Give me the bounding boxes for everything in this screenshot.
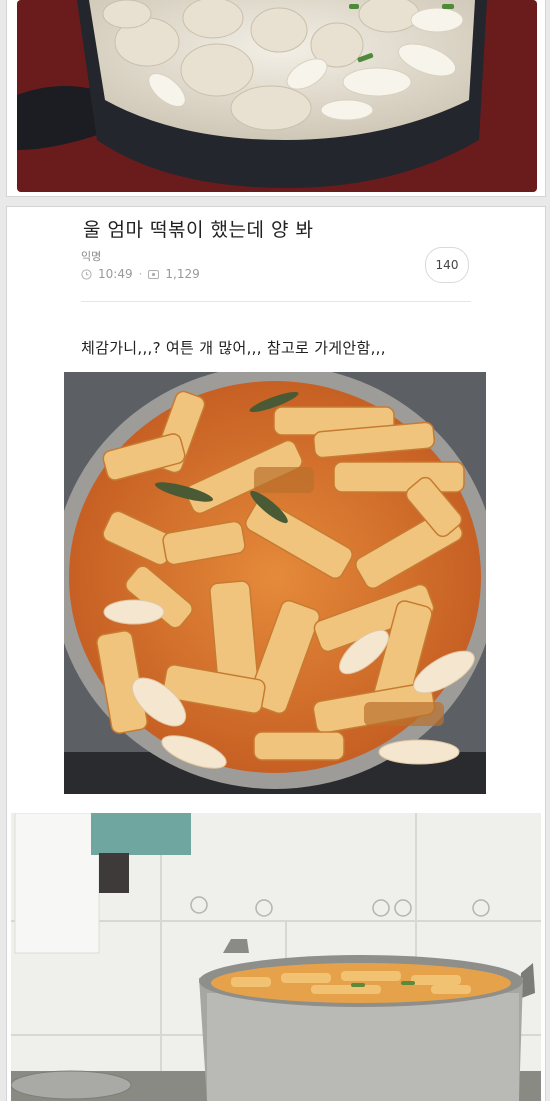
post-time: 10:49 xyxy=(98,267,133,281)
post-card: 울 엄마 떡볶이 했는데 양 봐 익명 10:49 · 1,129 140 체감… xyxy=(6,206,546,1101)
comment-count-badge[interactable]: 140 xyxy=(425,247,469,283)
post-title[interactable]: 울 엄마 떡볶이 했는데 양 봐 xyxy=(83,215,313,242)
eye-icon xyxy=(148,269,160,280)
tteokbokki-photo xyxy=(64,372,486,794)
header-divider xyxy=(81,301,471,302)
post-meta: 10:49 · 1,129 xyxy=(81,267,200,281)
author-name: 익명 xyxy=(81,250,102,263)
big-pot-kitchen-photo xyxy=(11,813,541,1101)
post-body-text: 체감가니,,,? 여튼 개 많어,,, 참고로 가게안함,,, xyxy=(81,339,386,357)
meta-separator: · xyxy=(138,267,143,281)
previous-post-card xyxy=(6,0,546,197)
view-count: 1,129 xyxy=(165,267,200,281)
clock-icon xyxy=(81,268,92,280)
dumpling-soup-photo xyxy=(17,0,537,192)
